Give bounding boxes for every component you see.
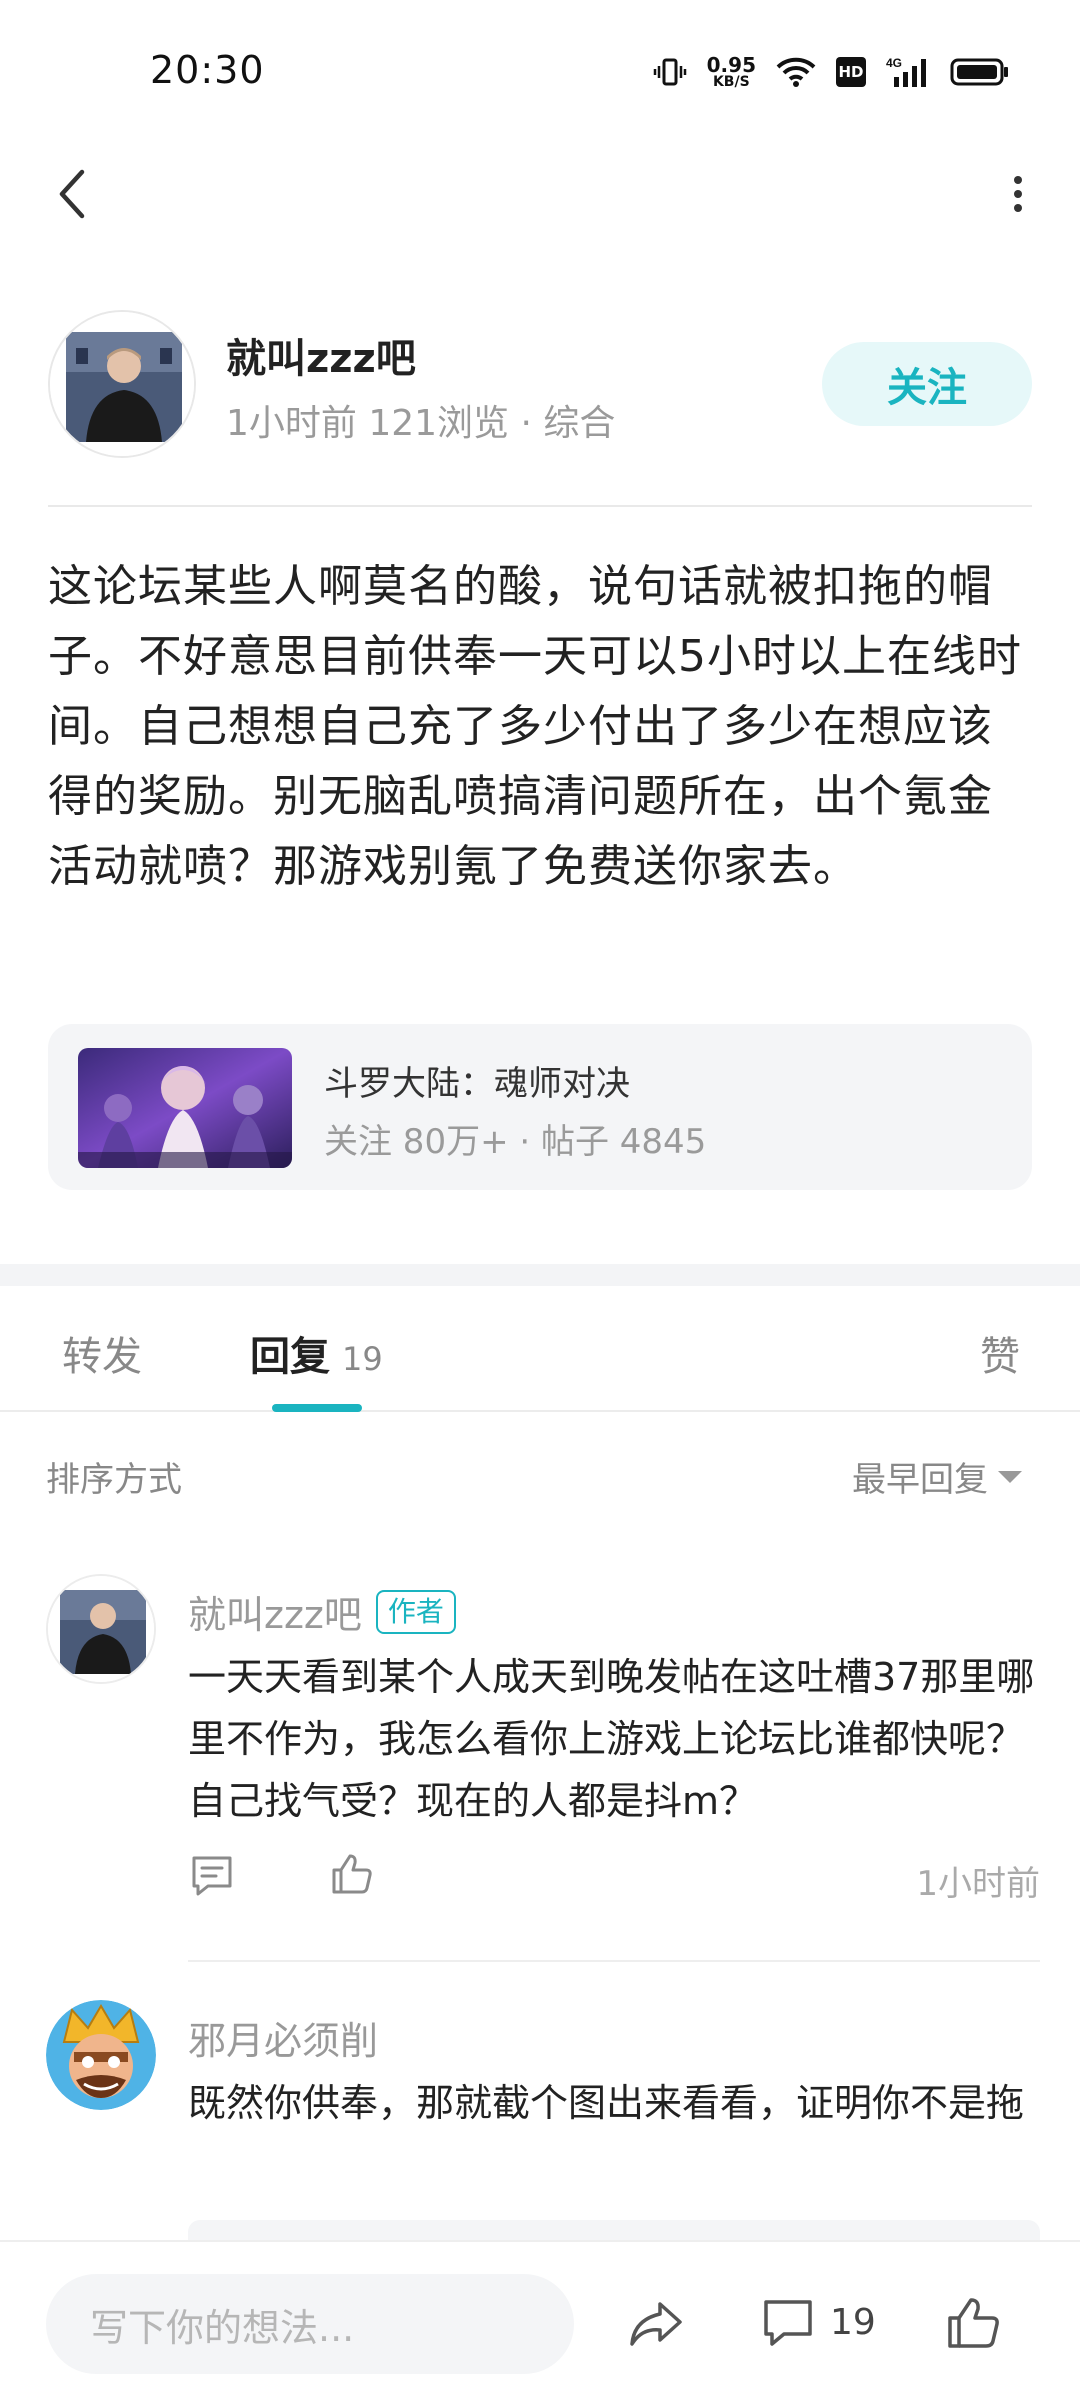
net-speed-value: 0.95 xyxy=(706,53,756,77)
comment-item: 邪月必须削 既然你供奉，那就截个图出来看看，证明你不是拖 xyxy=(46,2000,1040,2260)
active-tab-indicator xyxy=(272,1404,362,1412)
tab-reply-label: 回复 xyxy=(250,1334,330,1380)
wifi-icon xyxy=(776,56,816,88)
game-card[interactable]: 斗罗大陆：魂师对决 关注 80万+ · 帖子 4845 xyxy=(48,1024,1032,1190)
comment-icon xyxy=(764,2300,812,2346)
game-name: 斗罗大陆：魂师对决 xyxy=(324,1064,630,1104)
tab-like[interactable]: 赞 xyxy=(980,1324,1020,1382)
author-badge: 作者 xyxy=(375,1589,456,1634)
commenter-name-text: 就叫zzz吧 xyxy=(188,1593,362,1637)
thumbs-up-icon[interactable] xyxy=(328,1850,376,1898)
follow-button[interactable]: 关注 xyxy=(822,342,1032,426)
comment-item: 就叫zzz吧 作者 一天天看到某个人成天到晚发帖在这吐槽37那里哪里不作为，我怎… xyxy=(46,1574,1040,1974)
more-button[interactable] xyxy=(986,162,1050,226)
vibrate-icon xyxy=(653,55,687,89)
post-meta: 1小时前 121浏览 · 综合 xyxy=(226,403,616,444)
section-divider xyxy=(0,1264,1080,1286)
comment-divider xyxy=(188,1960,1040,1962)
nav-bar xyxy=(0,150,1080,240)
game-stats: 关注 80万+ · 帖子 4845 xyxy=(324,1122,707,1162)
commenter-name-text: 邪月必须削 xyxy=(188,2019,379,2063)
comment-time: 1小时前 xyxy=(916,1864,1040,1904)
author-name[interactable]: 就叫zzz吧 xyxy=(226,326,416,384)
status-bar: 20:30 0.95 KB/S HD 4G xyxy=(0,0,1080,140)
caret-down-icon xyxy=(998,1470,1022,1483)
commenter-name[interactable]: 邪月必须削 xyxy=(188,2010,378,2065)
tab-forward[interactable]: 转发 xyxy=(62,1324,142,1382)
author-avatar[interactable] xyxy=(48,310,196,458)
status-icons: 0.95 KB/S HD 4G xyxy=(653,50,1010,94)
sort-value: 最早回复 xyxy=(852,1460,988,1500)
comment-input[interactable]: 写下你的想法... xyxy=(46,2274,574,2374)
comment-text: 既然你供奉，那就截个图出来看看，证明你不是拖 xyxy=(188,2081,1025,2125)
sort-label: 排序方式 xyxy=(46,1460,182,1500)
game-thumbnail xyxy=(78,1048,292,1168)
comment-actions: 1小时前 xyxy=(188,1846,1040,1906)
tab-reply-count: 19 xyxy=(342,1340,383,1378)
bottom-bar: 写下你的想法... 19 xyxy=(0,2240,1080,2400)
status-time: 20:30 xyxy=(150,48,265,92)
post-author-header: 就叫zzz吧 1小时前 121浏览 · 综合 关注 xyxy=(48,310,1032,460)
commenter-avatar[interactable] xyxy=(46,2000,156,2110)
back-button[interactable] xyxy=(40,162,104,226)
thumbs-up-icon[interactable] xyxy=(944,2292,1004,2352)
comment-count: 19 xyxy=(830,2301,876,2343)
sort-dropdown[interactable]: 最早回复 xyxy=(852,1452,1022,1501)
chevron-left-icon xyxy=(59,169,85,219)
battery-icon xyxy=(950,57,1010,87)
divider xyxy=(48,505,1032,507)
reply-icon[interactable] xyxy=(188,1852,236,1900)
net-speed-unit: KB/S xyxy=(712,74,750,90)
commenter-name[interactable]: 就叫zzz吧 作者 xyxy=(188,1584,456,1639)
comment-count-button[interactable]: 19 xyxy=(760,2294,876,2350)
post-body: 这论坛某些人啊莫名的酸，说句话就被扣拖的帽子。不好意思目前供奉一天可以5小时以上… xyxy=(48,561,1022,892)
net-speed: 0.95 KB/S xyxy=(707,55,756,89)
signal-icon: 4G xyxy=(886,55,930,89)
tab-reply[interactable]: 回复 19 xyxy=(250,1324,383,1382)
hd-icon: HD xyxy=(836,57,866,87)
more-vertical-icon xyxy=(1014,176,1022,212)
svg-text:4G: 4G xyxy=(886,56,902,70)
tab-bar: 转发 回复 19 赞 xyxy=(0,1286,1080,1412)
share-icon[interactable] xyxy=(626,2294,686,2354)
comment-text: 一天天看到某个人成天到晚发帖在这吐槽37那里哪里不作为，我怎么看你上游戏上论坛比… xyxy=(188,1655,1035,1823)
commenter-avatar[interactable] xyxy=(46,1574,156,1684)
